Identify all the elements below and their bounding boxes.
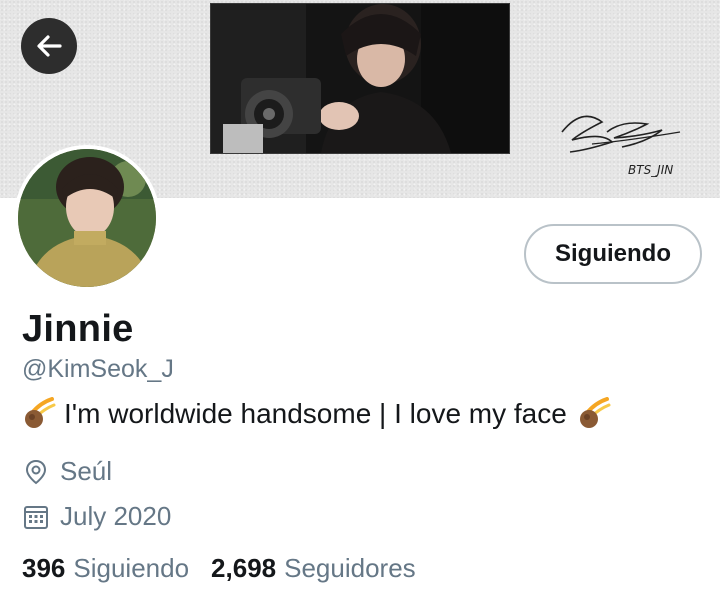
profile-bio: I'm worldwide handsome | I love my face: [22, 397, 611, 431]
joined-text: July 2020: [60, 501, 172, 531]
followers-count: 2,698: [211, 553, 277, 583]
profile-name: Jinnie: [22, 308, 134, 350]
signature: BTS_JIN: [552, 102, 682, 182]
calendar-icon: [22, 503, 50, 531]
location-pin-icon: [22, 458, 50, 486]
follow-stats: 396 Siguiendo 2,698 Seguidores: [22, 553, 438, 584]
following-link[interactable]: 396 Siguiendo: [22, 553, 211, 584]
bio-text: I'm worldwide handsome | I love my face: [64, 398, 567, 429]
following-button[interactable]: Siguiendo: [524, 224, 702, 284]
banner-photo: [210, 3, 510, 154]
arrow-left-icon: [37, 35, 62, 57]
back-button[interactable]: [21, 18, 77, 74]
followers-link[interactable]: 2,698 Seguidores: [211, 553, 438, 584]
location-text: Seúl: [60, 456, 113, 486]
following-label: Siguiendo: [73, 553, 190, 583]
followers-label: Seguidores: [284, 553, 416, 583]
profile-handle: @KimSeok_J: [22, 355, 174, 383]
avatar[interactable]: [14, 145, 160, 291]
signature-text: BTS_JIN: [628, 163, 673, 177]
comet-icon: [577, 397, 611, 431]
profile-location: Seúl: [22, 456, 112, 487]
avatar-photo: [18, 149, 156, 287]
comet-icon: [22, 397, 56, 431]
following-count: 396: [22, 553, 66, 583]
profile-joined-date: July 2020: [22, 501, 171, 532]
